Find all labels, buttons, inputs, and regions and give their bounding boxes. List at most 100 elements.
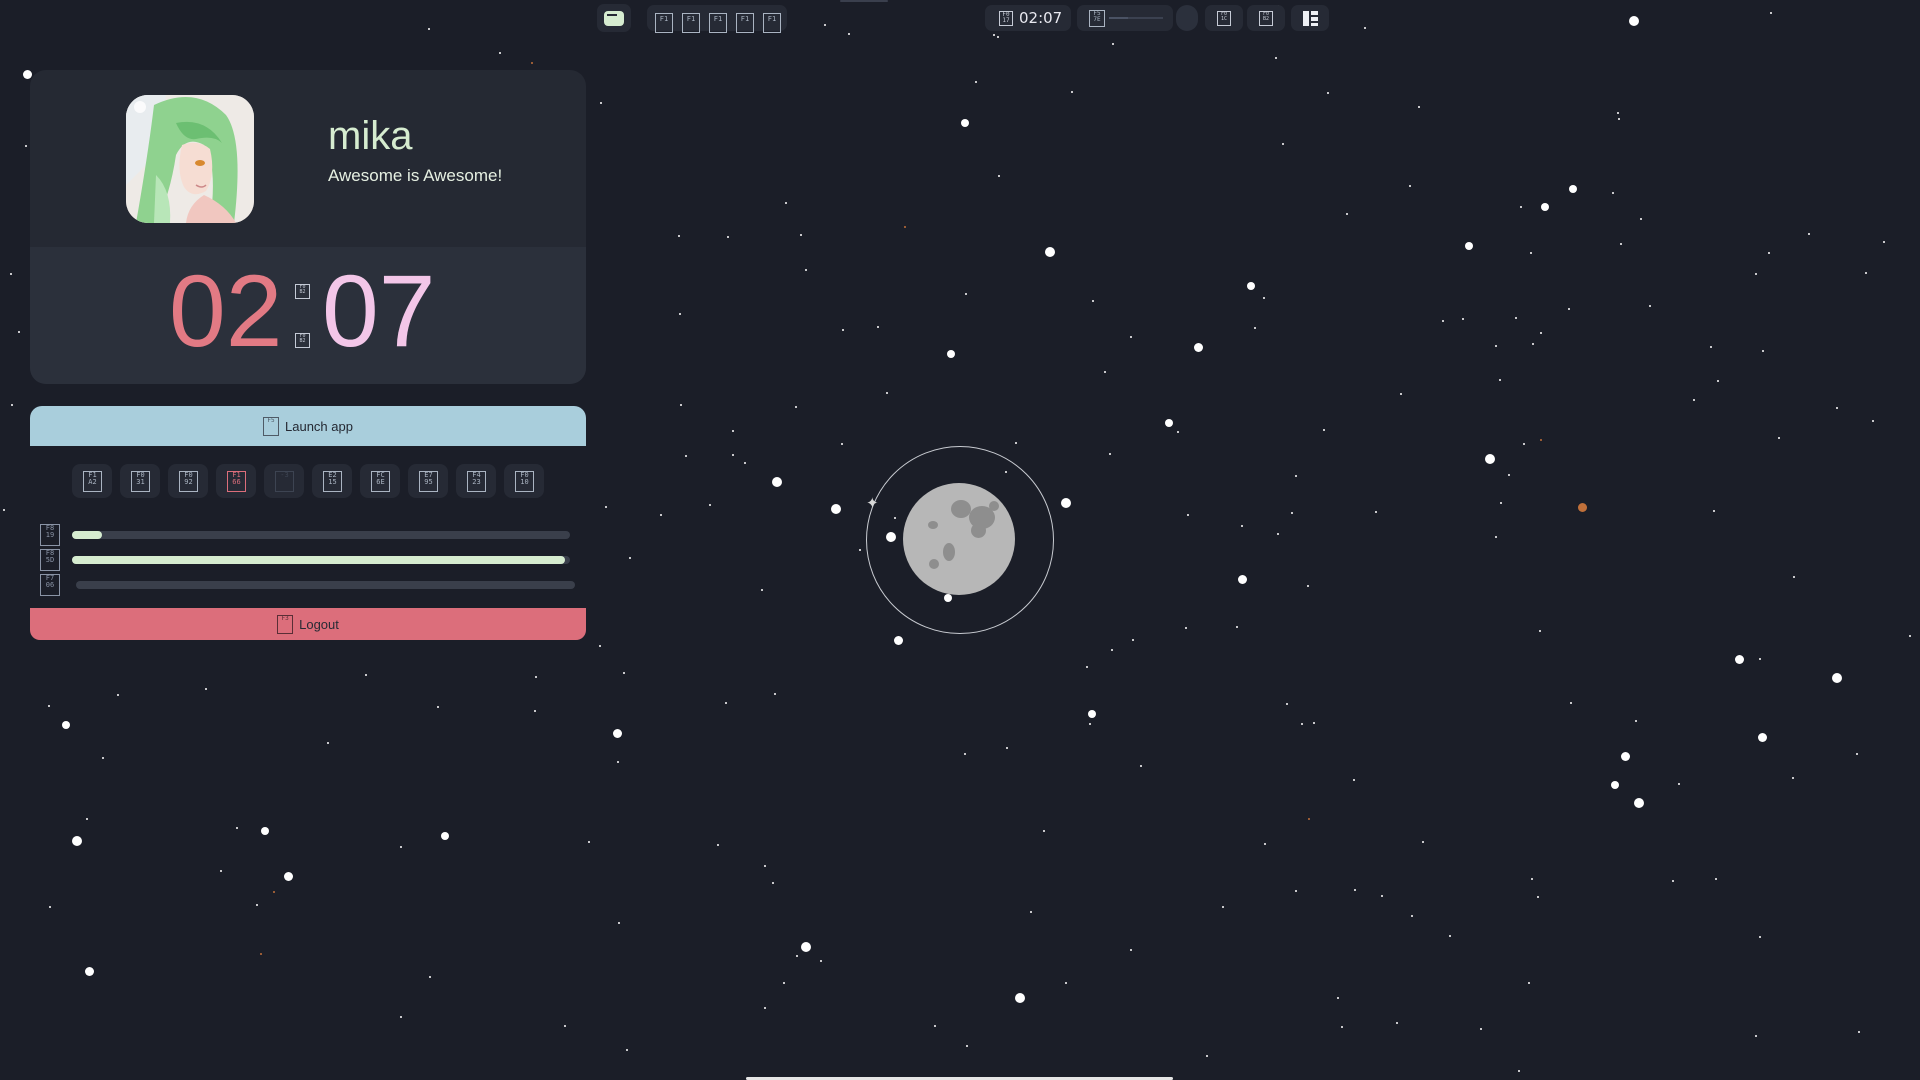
star xyxy=(260,953,262,955)
star xyxy=(783,982,785,984)
star xyxy=(1354,889,1356,891)
star xyxy=(1313,722,1315,724)
star xyxy=(732,454,734,456)
workspace-3-icon[interactable]: F1 xyxy=(709,13,727,33)
star xyxy=(859,549,861,551)
app-shortcut-7[interactable]: FC 6E xyxy=(360,464,400,498)
app-shortcut-1[interactable]: F1 A2 xyxy=(72,464,112,498)
moon-icon xyxy=(903,483,1015,595)
app-shortcut-9[interactable]: F4 23 xyxy=(456,464,496,498)
star xyxy=(1836,407,1838,409)
terminal-icon: F1 A2 xyxy=(83,471,102,492)
star xyxy=(1530,252,1532,254)
logout-button[interactable]: F3 Logout xyxy=(30,608,586,640)
star xyxy=(1515,317,1517,319)
launcher-button[interactable] xyxy=(597,4,631,32)
clock-minute: 07 xyxy=(322,254,436,368)
star xyxy=(236,827,238,829)
star xyxy=(605,506,607,508)
star xyxy=(894,636,903,645)
star xyxy=(499,52,501,54)
star xyxy=(85,967,94,976)
star xyxy=(842,329,844,331)
star xyxy=(805,269,807,271)
moon-crater xyxy=(951,500,971,518)
star xyxy=(1308,818,1310,820)
star xyxy=(1710,346,1712,348)
star xyxy=(1465,242,1473,250)
star xyxy=(1570,702,1572,704)
star xyxy=(1241,525,1243,527)
topbar-volume[interactable]: F5 7E xyxy=(1077,5,1173,31)
star xyxy=(964,753,966,755)
star xyxy=(904,226,906,228)
star xyxy=(564,1025,566,1027)
star xyxy=(1104,371,1106,373)
star xyxy=(998,175,1000,177)
workspace-2-icon[interactable]: F1 xyxy=(682,13,700,33)
star xyxy=(1755,273,1757,275)
profile-name: mika xyxy=(328,114,413,158)
star xyxy=(820,960,822,962)
app-shortcut-6[interactable]: E2 15 xyxy=(312,464,352,498)
workspace-4-icon[interactable]: F1 xyxy=(736,13,754,33)
star xyxy=(831,504,841,514)
star xyxy=(102,757,104,759)
star xyxy=(1353,779,1355,781)
star xyxy=(1620,243,1622,245)
clock-separator-bottom-icon: F0 B2 xyxy=(295,333,310,348)
star xyxy=(1621,752,1630,761)
brightness-slider[interactable] xyxy=(72,556,570,564)
star xyxy=(947,350,955,358)
star xyxy=(1236,626,1238,628)
tray-item-1[interactable]: F0 1C xyxy=(1205,5,1243,31)
star xyxy=(1165,419,1173,427)
star xyxy=(1275,57,1277,59)
profile-section: mika Awesome is Awesome! xyxy=(30,70,586,246)
workspace-1-icon[interactable]: F1 xyxy=(655,13,673,33)
star xyxy=(1672,880,1674,882)
app-shortcut-8[interactable]: E7 95 xyxy=(408,464,448,498)
avatar[interactable] xyxy=(126,95,254,223)
star xyxy=(1856,753,1858,755)
star xyxy=(1532,343,1534,345)
app-shortcut-3[interactable]: F0 92 xyxy=(168,464,208,498)
star xyxy=(1865,272,1867,274)
app-shortcut-2[interactable]: F0 31 xyxy=(120,464,160,498)
star xyxy=(1758,733,1767,742)
star xyxy=(1762,350,1764,352)
launch-app-button[interactable]: F5 Launch app xyxy=(30,406,586,446)
star xyxy=(1528,982,1530,984)
star xyxy=(1449,935,1451,937)
star xyxy=(400,1016,402,1018)
star xyxy=(1768,252,1770,254)
star xyxy=(428,28,430,30)
volume-slider[interactable] xyxy=(72,531,570,539)
topbar-clock[interactable]: F0 17 02:07 xyxy=(985,5,1071,31)
star xyxy=(1065,982,1067,984)
star xyxy=(1523,443,1525,445)
star xyxy=(975,81,977,83)
editor-icon: E2 15 xyxy=(323,471,342,492)
app-shortcut-5[interactable]: -3 xyxy=(264,464,304,498)
app-shortcut-4[interactable]: F1 66 xyxy=(216,464,256,498)
star xyxy=(1640,218,1642,220)
star xyxy=(1295,475,1297,477)
tray-item-2[interactable]: F0 B2 xyxy=(1247,5,1285,31)
star xyxy=(961,119,969,127)
star xyxy=(626,1049,628,1051)
notification-dot[interactable] xyxy=(1176,5,1198,31)
star xyxy=(1263,297,1265,299)
app-shortcut-10[interactable]: F0 10 xyxy=(504,464,544,498)
star xyxy=(1130,336,1132,338)
star xyxy=(48,705,50,707)
star xyxy=(1109,453,1111,455)
star xyxy=(1337,997,1339,999)
star xyxy=(261,827,269,835)
star xyxy=(1206,1055,1208,1057)
workspace-5-icon[interactable]: F1 xyxy=(763,13,781,33)
star xyxy=(1778,437,1780,439)
layout-button[interactable] xyxy=(1291,5,1329,31)
microphone-slider[interactable] xyxy=(76,581,575,589)
star xyxy=(877,326,879,328)
